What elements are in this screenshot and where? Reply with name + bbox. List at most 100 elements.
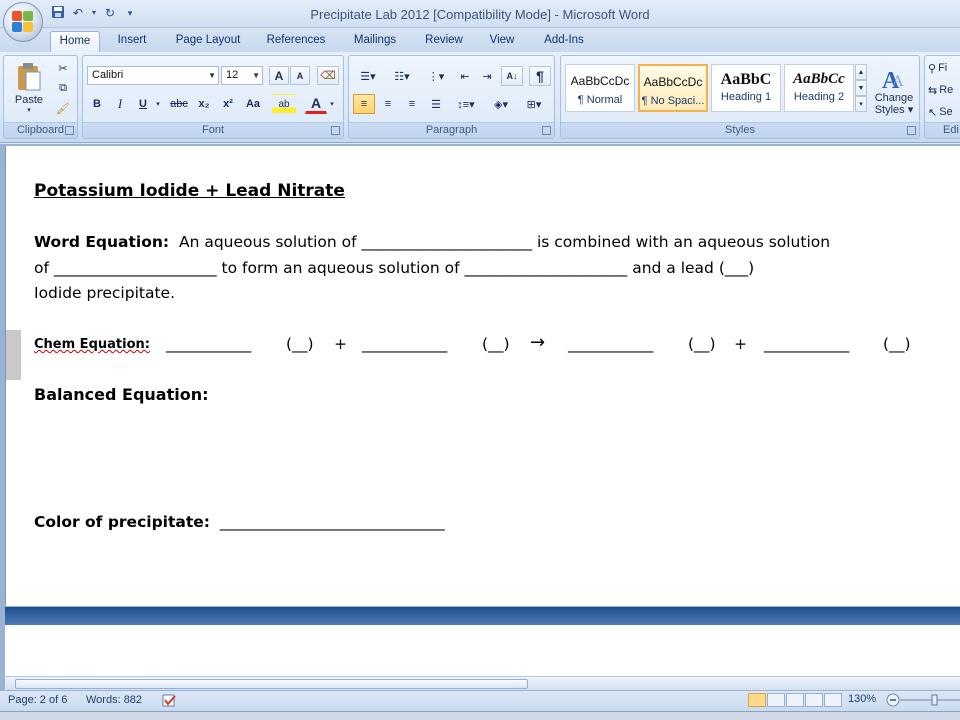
align-center-button[interactable]: ≡ bbox=[377, 94, 399, 114]
clipboard-launcher-icon[interactable] bbox=[65, 126, 74, 135]
clear-formatting-button[interactable]: ⌫ bbox=[317, 66, 339, 85]
superscript-button[interactable]: x² bbox=[217, 94, 239, 114]
sort-button[interactable]: A↓ bbox=[501, 66, 523, 86]
replace-icon: ⇆ bbox=[928, 84, 938, 97]
word-equation-line-1: Word Equation: An aqueous solution of __… bbox=[34, 229, 830, 255]
italic-button[interactable]: I bbox=[110, 94, 130, 114]
word-equation-line-3: Iodide precipitate. bbox=[34, 284, 175, 302]
tab-add-ins[interactable]: Add-Ins bbox=[533, 31, 595, 52]
font-group: Calibri ▼ 12 ▼ A A ⌫ B I U ▾ abc x₂ x² A… bbox=[82, 55, 344, 139]
word-equation-label: Word Equation: bbox=[34, 233, 170, 251]
align-right-button[interactable]: ≡ bbox=[401, 94, 423, 114]
color-of-precipitate-label: Color of precipitate: bbox=[34, 513, 210, 531]
change-case-button[interactable]: Aa bbox=[241, 94, 265, 114]
plus-sign: + bbox=[734, 335, 747, 353]
paste-button[interactable]: Paste ▾ bbox=[8, 58, 50, 118]
numbered-list-icon: ☷▾ bbox=[394, 70, 410, 83]
font-name-combo[interactable]: Calibri ▼ bbox=[87, 66, 219, 85]
binoculars-icon: ⚲ bbox=[928, 62, 937, 75]
color-of-precipitate-blank: _____________________________ bbox=[219, 513, 445, 531]
justify-icon: ☰ bbox=[431, 98, 441, 111]
grow-font-button[interactable]: A bbox=[269, 66, 289, 85]
product-2-blank: ___________ bbox=[764, 335, 850, 353]
replace-label: Re bbox=[939, 84, 954, 96]
increase-indent-button[interactable]: ⇥ bbox=[477, 66, 497, 86]
font-size-combo[interactable]: 12 ▼ bbox=[221, 66, 263, 85]
page-count[interactable]: Page: 2 of 6 bbox=[8, 694, 67, 706]
increase-indent-icon: ⇥ bbox=[482, 70, 492, 83]
web-layout-view-icon[interactable] bbox=[786, 693, 804, 707]
justify-button[interactable]: ☰ bbox=[425, 94, 447, 114]
tab-page-layout[interactable]: Page Layout bbox=[167, 31, 249, 52]
tab-review[interactable]: Review bbox=[417, 31, 471, 52]
cut-button[interactable]: ✂ bbox=[54, 60, 72, 76]
bullets-button[interactable]: ☰▾ bbox=[353, 66, 383, 86]
select-button[interactable]: ↖ Se bbox=[927, 102, 960, 122]
zoom-level[interactable]: 130% bbox=[848, 693, 876, 705]
zoom-slider[interactable] bbox=[886, 693, 960, 707]
underline-dropdown-icon[interactable]: ▾ bbox=[153, 94, 163, 114]
proofing-icon[interactable] bbox=[162, 694, 178, 711]
document-title: Potassium Iodide + Lead Nitrate bbox=[34, 181, 345, 201]
underline-button[interactable]: U bbox=[133, 94, 153, 114]
style-name: Heading 1 bbox=[720, 91, 772, 103]
paintbrush-icon: 🖌 bbox=[56, 102, 70, 115]
shading-button[interactable]: ◈▾ bbox=[487, 94, 515, 114]
style-normal[interactable]: AaBbCcDc ¶ Normal bbox=[565, 64, 635, 112]
paste-label: Paste bbox=[14, 94, 44, 106]
styles-more-icon[interactable]: ▾ bbox=[855, 96, 867, 112]
styles-launcher-icon[interactable] bbox=[907, 126, 916, 135]
show-formatting-button[interactable]: ¶ bbox=[529, 66, 551, 86]
find-button[interactable]: ⚲ Fi bbox=[927, 58, 960, 78]
paragraph-group: ☰▾ ☷▾ ⋮▾ ⇤ ⇥ A↓ ¶ ≡ ≡ ≡ ☰ ↕≡▾ ◈▾ ⊞▾ Para… bbox=[348, 55, 555, 139]
strikethrough-button[interactable]: abc bbox=[167, 94, 191, 114]
highlight-button[interactable]: ab bbox=[272, 94, 296, 114]
styles-group: AaBbCcDc ¶ Normal AaBbCcDc ¶ No Spaci...… bbox=[560, 55, 920, 139]
style-name: ¶ Normal bbox=[577, 94, 623, 106]
styles-scroll-down-icon[interactable]: ▼ bbox=[855, 80, 867, 96]
borders-button[interactable]: ⊞▾ bbox=[519, 94, 549, 114]
shrink-font-button[interactable]: A bbox=[290, 66, 310, 85]
outline-view-icon[interactable] bbox=[805, 693, 823, 707]
change-styles-icon: AA bbox=[882, 68, 904, 92]
draft-view-icon[interactable] bbox=[824, 693, 842, 707]
line-spacing-button[interactable]: ↕≡▾ bbox=[451, 94, 481, 114]
font-launcher-icon[interactable] bbox=[331, 126, 340, 135]
style-heading-2[interactable]: AaBbCc Heading 2 bbox=[784, 64, 854, 112]
document-area[interactable]: Potassium Iodide + Lead Nitrate Word Equ… bbox=[0, 144, 960, 690]
full-screen-reading-view-icon[interactable] bbox=[767, 693, 785, 707]
style-heading-1[interactable]: AaBbC Heading 1 bbox=[711, 64, 781, 112]
align-left-button[interactable]: ≡ bbox=[353, 94, 375, 114]
font-color-dropdown-icon[interactable]: ▾ bbox=[327, 94, 337, 114]
multilevel-list-button[interactable]: ⋮▾ bbox=[421, 66, 451, 86]
horizontal-scroll-thumb[interactable] bbox=[15, 679, 528, 689]
style-no-spacing[interactable]: AaBbCcDc ¶ No Spaci... bbox=[638, 64, 708, 112]
paragraph-launcher-icon[interactable] bbox=[542, 126, 551, 135]
numbering-button[interactable]: ☷▾ bbox=[387, 66, 417, 86]
tab-mailings[interactable]: Mailings bbox=[343, 31, 407, 52]
tab-insert[interactable]: Insert bbox=[107, 31, 157, 52]
print-layout-view-icon[interactable] bbox=[748, 693, 766, 707]
style-sample: AaBbCc bbox=[793, 71, 845, 87]
replace-button[interactable]: ⇆ Re bbox=[927, 80, 960, 100]
decrease-indent-button[interactable]: ⇤ bbox=[455, 66, 475, 86]
office-button[interactable] bbox=[3, 2, 43, 42]
subscript-button[interactable]: x₂ bbox=[193, 94, 215, 114]
tab-view[interactable]: View bbox=[480, 31, 524, 52]
bold-button[interactable]: B bbox=[87, 94, 107, 114]
copy-button[interactable]: ⧉ bbox=[54, 80, 72, 96]
tab-home[interactable]: Home bbox=[50, 31, 100, 52]
horizontal-scrollbar[interactable] bbox=[5, 676, 960, 690]
word-count[interactable]: Words: 882 bbox=[86, 694, 142, 706]
font-color-button[interactable]: A bbox=[305, 94, 327, 114]
select-label: Se bbox=[939, 106, 953, 118]
tab-references[interactable]: References bbox=[258, 31, 334, 52]
next-page[interactable] bbox=[5, 625, 960, 676]
format-painter-button[interactable]: 🖌 bbox=[54, 100, 72, 116]
style-sample: AaBbCcDc bbox=[570, 74, 630, 88]
change-styles-button[interactable]: AA Change Styles ▾ bbox=[871, 60, 917, 120]
document-page[interactable]: Potassium Iodide + Lead Nitrate Word Equ… bbox=[5, 146, 960, 606]
title-bar: ↶ ▾ ↻ ▾ Precipitate Lab 2012 [Compatibil… bbox=[0, 0, 960, 28]
styles-scroll-up-icon[interactable]: ▲ bbox=[855, 64, 867, 80]
editing-group-label: Edi bbox=[925, 122, 960, 138]
